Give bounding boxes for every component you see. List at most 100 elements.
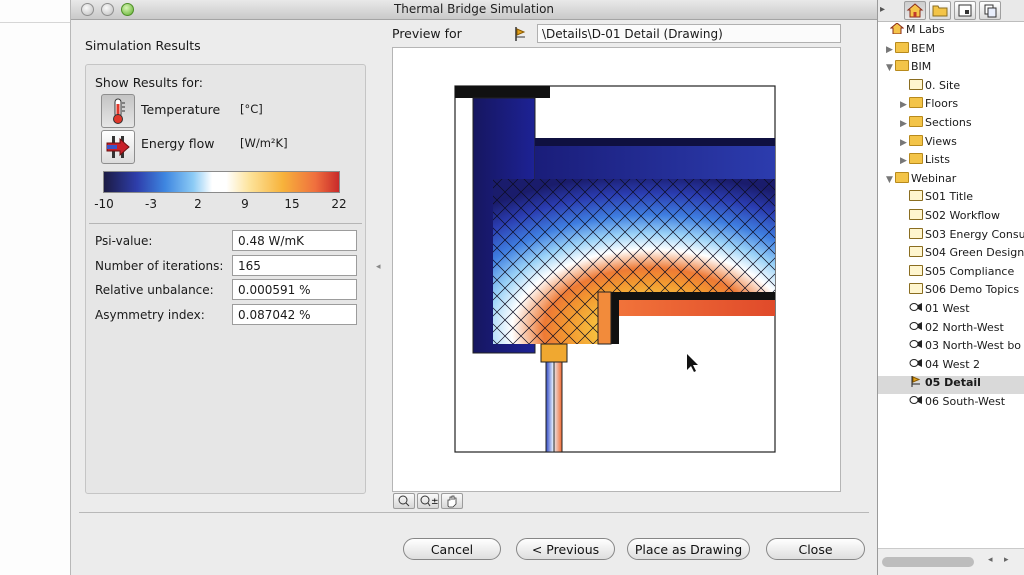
preview-for-label: Preview for — [392, 26, 462, 41]
relative-unbalance-field: 0.000591 % — [232, 279, 357, 300]
scale-tick: 15 — [284, 197, 300, 211]
close-button[interactable]: Close — [766, 538, 865, 560]
folder-icon — [909, 153, 923, 165]
view-icon — [909, 283, 923, 295]
scroll-right-icon[interactable]: ▸ — [1004, 555, 1009, 565]
tree-item[interactable]: 02 North-West — [900, 321, 1024, 339]
energy-flow-icon — [106, 136, 130, 158]
expand-arrow-icon[interactable]: ▶ — [900, 100, 909, 110]
layout-book-button[interactable] — [954, 1, 976, 20]
preview-path-field[interactable]: \Details\D-01 Detail (Drawing) — [537, 24, 841, 43]
psi-value-label: Psi-value: — [95, 234, 153, 248]
zoom-fit-button[interactable] — [393, 493, 415, 509]
expand-arrow-icon[interactable]: ▶ — [900, 119, 909, 129]
pan-button[interactable] — [441, 493, 463, 509]
tree-item[interactable]: S04 Green Design — [900, 246, 1024, 264]
tree-item[interactable]: ▼ BIM — [886, 60, 1024, 78]
iterations-field: 165 — [232, 255, 357, 276]
relative-unbalance-label: Relative unbalance: — [95, 283, 214, 297]
zoom-fit-icon — [398, 495, 410, 507]
zoom-in-out-button[interactable]: ± — [417, 493, 439, 509]
camera-icon — [909, 302, 923, 313]
folder-icon — [895, 171, 909, 183]
expand-arrow-icon[interactable]: ▼ — [886, 63, 895, 73]
expand-arrow-icon[interactable]: ▼ — [886, 175, 895, 185]
scroll-left-icon[interactable]: ◂ — [988, 555, 993, 565]
temperature-label: Temperature — [141, 102, 221, 117]
psi-value-field: 0.48 W/mK — [232, 230, 357, 251]
view-map-button[interactable] — [929, 1, 951, 20]
temperature-color-scale — [103, 171, 340, 193]
splitter-handle[interactable]: ◂ — [376, 262, 381, 272]
energy-flow-toggle-button[interactable] — [101, 130, 135, 164]
publisher-button[interactable] — [979, 1, 1001, 20]
tree-item[interactable]: S06 Demo Topics — [900, 283, 1024, 301]
tree-item-label: S02 Workflow — [925, 209, 1000, 222]
folder-icon — [909, 134, 923, 146]
tree-item[interactable]: ▶ BEM — [886, 41, 1024, 60]
tree-item[interactable]: S01 Title — [900, 190, 1024, 208]
tree-item[interactable]: S02 Workflow — [900, 209, 1024, 227]
navigator-panel: ▸ M Labs ▶ BEM ▼ BIM 0. Site ▶ Floors ▶ Sections ▶… — [878, 0, 1024, 575]
divider — [79, 512, 869, 513]
tree-item-label: BEM — [911, 41, 935, 55]
tree-item[interactable]: ▶ Sections — [900, 116, 1024, 134]
energy-flow-label: Energy flow — [141, 136, 215, 151]
home-icon — [906, 3, 924, 18]
show-results-label: Show Results for: — [95, 75, 203, 90]
tree-item-label: 03 North-West bo — [925, 339, 1022, 353]
tree-item-label: S06 Demo Topics — [925, 283, 1020, 297]
scrollbar-thumb[interactable] — [882, 557, 974, 567]
layout-icon — [958, 4, 972, 17]
horizontal-scrollbar[interactable]: ◂ ▸ — [878, 548, 1024, 575]
previous-button[interactable]: < Previous — [516, 538, 615, 560]
tree-item[interactable]: ▼ Webinar — [886, 171, 1024, 190]
tree-item[interactable]: M Labs — [881, 23, 1024, 41]
zoom-in-out-icon: ± — [420, 495, 439, 507]
camera-icon — [909, 321, 923, 332]
tree-item[interactable]: 05 Detail — [878, 376, 1024, 395]
tree-item[interactable]: ▶ Lists — [900, 153, 1024, 171]
thermal-bridge-dialog: Thermal Bridge Simulation Simulation Res… — [70, 0, 878, 575]
folder-icon — [895, 41, 909, 53]
scale-tick: -3 — [145, 197, 157, 211]
tree-item-label: 01 West — [925, 302, 970, 315]
view-icon — [909, 78, 923, 90]
tree-item-label: Sections — [925, 116, 972, 129]
tree-item[interactable]: S03 Energy Consu — [900, 227, 1024, 246]
tree-item-label: 06 South-West — [925, 395, 1006, 408]
tree-item-label: S01 Title — [925, 190, 974, 204]
place-as-drawing-button[interactable]: Place as Drawing — [627, 538, 750, 560]
tree-item-label: M Labs — [906, 23, 945, 36]
project-map-button[interactable] — [904, 1, 926, 20]
collapse-arrow-icon[interactable]: ▸ — [880, 4, 885, 15]
scale-tick: 9 — [241, 197, 249, 211]
tree-item-label: BIM — [911, 60, 932, 74]
expand-arrow-icon[interactable]: ▶ — [900, 156, 909, 166]
tree-item[interactable]: 06 South-West — [900, 395, 1024, 413]
tree-item-label: Lists — [925, 153, 950, 167]
tree-item[interactable]: ▶ Floors — [900, 97, 1024, 115]
zoom-toolbar: ± — [393, 493, 465, 509]
folder-icon — [909, 97, 923, 109]
temperature-toggle-button[interactable] — [101, 94, 135, 128]
tree-item-label: 02 North-West — [925, 320, 1004, 334]
tree-item-label: 05 Detail — [925, 376, 981, 390]
tree-item-label: S04 Green Design — [925, 246, 1024, 260]
tree-item[interactable]: ▶ Views — [900, 134, 1024, 153]
scale-tick: 2 — [194, 197, 202, 211]
title-bar[interactable]: Thermal Bridge Simulation — [71, 0, 877, 20]
tree-item[interactable]: 0. Site — [900, 78, 1024, 97]
energy-flow-unit: [W/m²K] — [240, 136, 288, 150]
tree-item[interactable]: 04 West 2 — [900, 358, 1024, 376]
simulation-preview[interactable] — [392, 47, 841, 492]
expand-arrow-icon[interactable]: ▶ — [900, 138, 909, 148]
tree-item[interactable]: 01 West — [900, 302, 1024, 320]
tree-item[interactable]: S05 Compliance — [900, 264, 1024, 283]
tree-item[interactable]: 03 North-West bo — [900, 339, 1024, 357]
expand-arrow-icon[interactable]: ▶ — [886, 45, 895, 55]
folder-icon — [932, 5, 948, 17]
cancel-button[interactable]: Cancel — [403, 538, 501, 560]
view-icon — [909, 246, 923, 258]
camera-icon — [909, 358, 923, 369]
